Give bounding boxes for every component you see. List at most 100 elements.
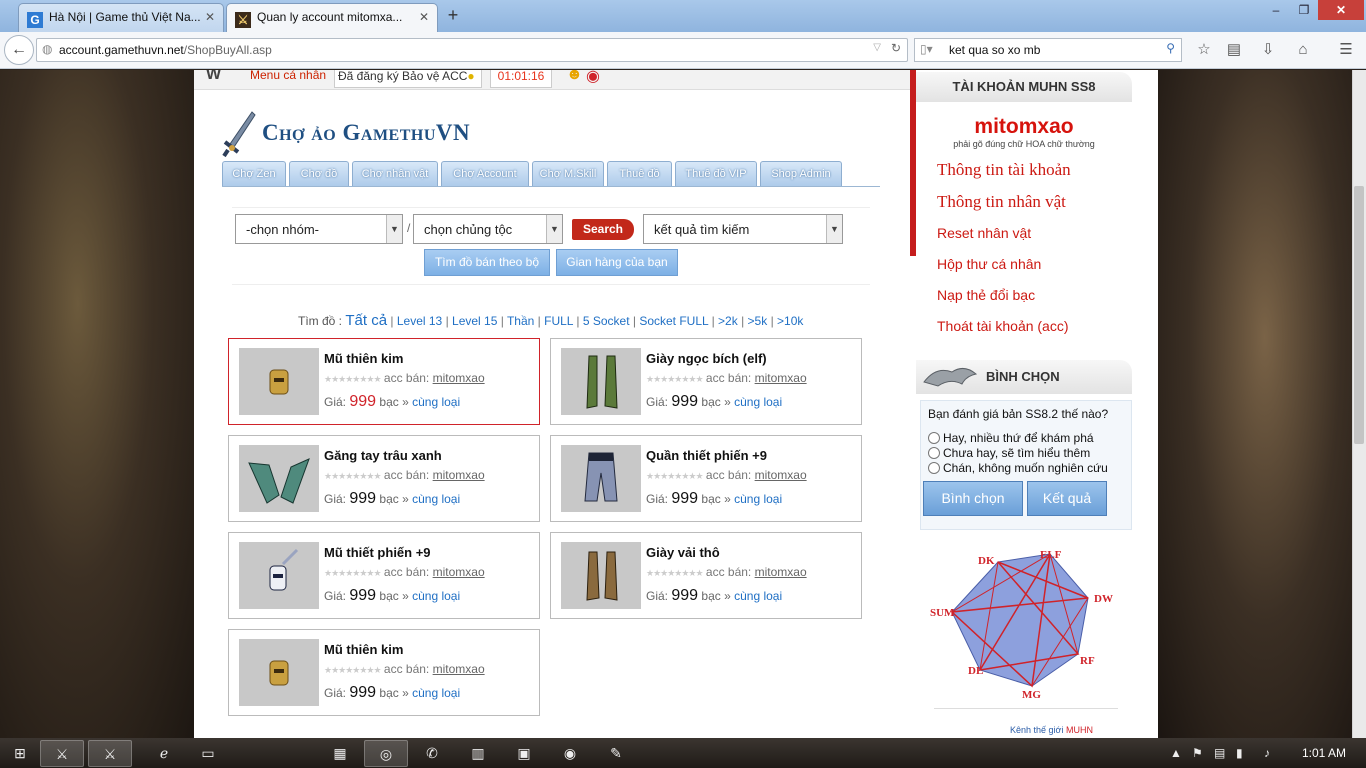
app-icon[interactable]: ▦ (318, 740, 362, 767)
helm-icon[interactable] (239, 542, 319, 609)
browser-icon[interactable]: ◉ (548, 740, 592, 767)
filter-link[interactable]: >10k (777, 314, 803, 328)
sidebar-item-reset[interactable]: Reset nhân vật (937, 225, 1031, 241)
search-button[interactable]: Search (572, 219, 634, 240)
close-tab-icon[interactable]: ✕ (205, 10, 215, 24)
tab-shop-admin[interactable]: Shop Admin (760, 161, 842, 186)
bookmarks-list-icon[interactable]: ▤ (1224, 40, 1244, 60)
search-bar[interactable]: ▯▾ ket qua so xo mb ⚲ (914, 38, 1182, 62)
same-type-link[interactable]: cùng loại (734, 395, 782, 409)
new-tab-button[interactable]: + (444, 5, 462, 25)
tab-gamethuvn[interactable]: G Hà Nội | Game thủ Việt Na... ✕ (18, 3, 224, 32)
dropdown-icon[interactable]: ▽ (873, 42, 881, 53)
tray-expand-icon[interactable]: ▲ (1170, 746, 1182, 760)
filter-link[interactable]: >5k (748, 314, 768, 328)
minimize-icon[interactable]: – (1262, 0, 1290, 20)
sidebar-item-logout[interactable]: Thoát tài khoản (acc) (937, 318, 1069, 334)
filter-link[interactable]: Level 15 (452, 314, 497, 328)
personal-menu-link[interactable]: Menu cá nhân (250, 70, 326, 82)
tab-account-market[interactable]: Chợ Account (441, 161, 529, 186)
boots-icon[interactable] (561, 542, 641, 609)
explorer-icon[interactable]: ▭ (186, 740, 230, 767)
item-card[interactable]: Quần thiết phiến +9 ★★★★★★★★ acc bán: mi… (550, 435, 862, 522)
item-name[interactable]: Mũ thiết phiến +9 (324, 545, 431, 560)
monitor-icon[interactable]: ▣ (502, 740, 546, 767)
item-card[interactable]: Giày vải thô ★★★★★★★★ acc bán: mitomxao … (550, 532, 862, 619)
volume-icon[interactable]: ♪ (1264, 746, 1270, 760)
radio-icon[interactable] (928, 462, 940, 474)
radio-icon[interactable] (928, 447, 940, 459)
bookmark-star-icon[interactable]: ☆ (1194, 40, 1214, 60)
filter-link[interactable]: Level 13 (397, 314, 442, 328)
tab-rent-vip[interactable]: Thuê đồ VIP (675, 161, 757, 186)
clock[interactable]: 1:01 AM (1302, 746, 1346, 760)
tab-character-market[interactable]: Chợ nhân vật (352, 161, 438, 186)
seller-link[interactable]: mitomxao (433, 468, 485, 482)
seller-link[interactable]: mitomxao (755, 468, 807, 482)
item-card[interactable]: Mũ thiết phiến +9 ★★★★★★★★ acc bán: mito… (228, 532, 540, 619)
sidebar-item-character-info[interactable]: Thông tin nhân vật (937, 192, 1066, 212)
item-name[interactable]: Giày vải thô (646, 545, 720, 560)
boots-icon[interactable] (561, 348, 641, 415)
paint-icon[interactable]: ✎ (594, 740, 638, 767)
reload-icon[interactable]: ↻ (891, 41, 901, 55)
home-icon[interactable]: ⌂ (1293, 40, 1313, 60)
firefox-icon[interactable]: ◎ (364, 740, 408, 767)
seller-link[interactable]: mitomxao (755, 565, 807, 579)
internet-explorer-icon[interactable]: ℯ (142, 740, 186, 767)
close-window-icon[interactable]: ✕ (1318, 0, 1364, 20)
vote-button[interactable]: Bình chọn (923, 481, 1023, 516)
item-name[interactable]: Mũ thiên kim (324, 351, 403, 366)
item-card[interactable]: Găng tay trâu xanh ★★★★★★★★ acc bán: mit… (228, 435, 540, 522)
group-select[interactable]: -chọn nhóm- ▼ (235, 214, 403, 244)
item-card[interactable]: Mũ thiên kim ★★★★★★★★ acc bán: mitomxao … (228, 629, 540, 716)
menu-icon[interactable]: ☰ (1336, 40, 1356, 60)
item-card[interactable]: Giày ngọc bích (elf) ★★★★★★★★ acc bán: m… (550, 338, 862, 425)
same-type-link[interactable]: cùng loại (734, 492, 782, 506)
same-type-link[interactable]: cùng loại (412, 589, 460, 603)
same-type-link[interactable]: cùng loại (734, 589, 782, 603)
filter-link[interactable]: FULL (544, 314, 573, 328)
address-bar[interactable]: ◍ account.gamethuvn.net/ShopBuyAll.asp ▽… (36, 38, 908, 62)
filter-link[interactable]: >2k (718, 314, 738, 328)
same-type-link[interactable]: cùng loại (412, 395, 460, 409)
same-type-link[interactable]: cùng loại (412, 686, 460, 700)
tab-item-market[interactable]: Chợ đồ (289, 161, 349, 186)
windows-start-icon[interactable]: ⊞ (2, 740, 38, 767)
seller-link[interactable]: mitomxao (433, 565, 485, 579)
target-icon[interactable]: ◉ (586, 70, 600, 86)
poll-option[interactable]: Chưa hay, sẽ tìm hiểu thêm (928, 446, 1090, 460)
item-name[interactable]: Quần thiết phiến +9 (646, 448, 767, 463)
tab-mskill-market[interactable]: Chợ M.Skill (532, 161, 604, 186)
poll-option[interactable]: Chán, không muốn nghiên cứu (928, 461, 1108, 475)
sidebar-item-topup[interactable]: Nạp thẻ đổi bạc (937, 287, 1035, 303)
seller-link[interactable]: mitomxao (433, 371, 485, 385)
restore-icon[interactable]: ❐ (1290, 0, 1318, 20)
world-channel-banner[interactable]: Kênh thế giới MUHN (934, 708, 1118, 738)
smiley-icon[interactable]: ☻ (566, 70, 583, 84)
filter-link[interactable]: 5 Socket (583, 314, 630, 328)
search-engine-icon[interactable]: ▯▾ (920, 42, 933, 56)
gloves-icon[interactable] (239, 445, 319, 512)
race-select[interactable]: chọn chủng tộc ▼ (413, 214, 563, 244)
seller-link[interactable]: mitomxao (433, 662, 485, 676)
notification-icon[interactable]: ▤ (1214, 746, 1225, 760)
same-type-link[interactable]: cùng loại (412, 492, 460, 506)
tab-zen-market[interactable]: Chợ Zen (222, 161, 286, 186)
sidebar-item-account-info[interactable]: Thông tin tài khoản (937, 160, 1071, 180)
pants-icon[interactable] (561, 445, 641, 512)
flag-icon[interactable]: ⚑ (1192, 746, 1203, 760)
scrollbar-thumb[interactable] (1354, 186, 1364, 444)
game-client-icon[interactable]: ⚔ (88, 740, 132, 767)
filter-link[interactable]: Socket FULL (639, 314, 708, 328)
item-card[interactable]: Mũ thiên kim ★★★★★★★★ acc bán: mitomxao … (228, 338, 540, 425)
item-name[interactable]: Giày ngọc bích (elf) (646, 351, 767, 366)
item-name[interactable]: Mũ thiên kim (324, 642, 403, 657)
download-icon[interactable]: ⇩ (1258, 40, 1278, 60)
tab-account[interactable]: ⚔ Quan ly account mitomxa... ✕ (226, 3, 438, 33)
close-tab-icon[interactable]: ✕ (419, 10, 429, 24)
results-select[interactable]: kết quả tìm kiếm ▼ (643, 214, 843, 244)
filter-all-link[interactable]: Tất cả (345, 312, 387, 329)
filter-link[interactable]: Thần (507, 314, 534, 328)
spreadsheet-icon[interactable]: ▥ (456, 740, 500, 767)
